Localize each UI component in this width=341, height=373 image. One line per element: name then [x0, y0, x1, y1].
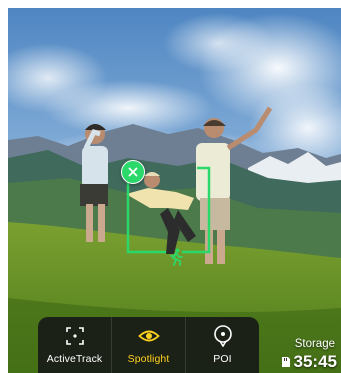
- poi-pin-icon: [212, 325, 234, 347]
- storage-remaining: 35:45: [281, 353, 337, 371]
- mode-spotlight-label: Spotlight: [127, 353, 170, 365]
- storage-time-remaining: 35:45: [293, 352, 337, 371]
- mode-spotlight[interactable]: Spotlight: [112, 317, 186, 373]
- mode-poi-label: POI: [213, 353, 232, 365]
- sd-card-icon: [281, 357, 290, 367]
- running-person-icon: [170, 248, 183, 266]
- intelligent-mode-selector: ActiveTrack Spotlight POI: [38, 317, 259, 373]
- mode-poi[interactable]: POI: [186, 317, 259, 373]
- mode-activetrack[interactable]: ActiveTrack: [38, 317, 112, 373]
- storage-label: Storage: [294, 338, 335, 350]
- close-icon: [128, 167, 138, 177]
- mode-activetrack-label: ActiveTrack: [46, 353, 103, 365]
- activetrack-frame-icon: [64, 325, 86, 347]
- cancel-tracking-button[interactable]: [121, 160, 145, 184]
- eye-icon: [137, 325, 160, 347]
